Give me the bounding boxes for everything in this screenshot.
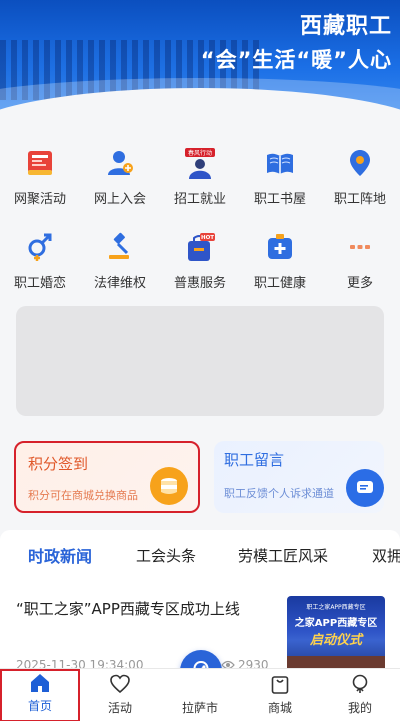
grid-item-marriage[interactable]: 职工婚恋: [0, 224, 80, 308]
news-item-title: “职工之家”APP西藏专区成功上线: [16, 600, 240, 618]
nav-label: 拉萨市: [181, 701, 218, 715]
grid-item-health[interactable]: 职工健康: [240, 224, 320, 308]
grid-item-position[interactable]: 职工阵地: [320, 140, 400, 224]
message-card-title: 职工留言: [224, 451, 285, 469]
gavel-icon: [103, 230, 137, 264]
grid-item-label: 招工就业: [173, 192, 226, 207]
promo-carousel-placeholder[interactable]: [16, 306, 384, 416]
coin-stack-icon: [150, 467, 188, 505]
tab-union-headlines[interactable]: 工会头条: [136, 545, 196, 566]
nav-home[interactable]: 首页: [0, 669, 80, 721]
grid-item-legal[interactable]: 法律维权: [80, 224, 160, 308]
nav-label: 我的: [347, 701, 372, 715]
grid-item-label: 职工书屋: [253, 192, 306, 207]
banner-title: 西藏职工: [299, 14, 392, 39]
svg-text:春风行动: 春风行动: [188, 149, 212, 157]
thumbnail-caption-line2: 之家APP西藏专区: [294, 618, 378, 629]
grid-item-more[interactable]: 更多: [320, 224, 400, 308]
bottom-navigation: 首页 活动 拉萨市 商城 我的: [0, 668, 400, 721]
nav-label: 活动: [107, 701, 132, 715]
news-section: 时政新闻 工会头条 劳模工匠风采 双拥 “职工之家”APP西藏专区成功上线 20…: [0, 530, 400, 676]
service-grid-row-1: 网聚活动 网上入会 春风行动 招工就业 职工书屋 职工阵地: [0, 140, 400, 224]
home-icon: [28, 671, 52, 694]
banner-slogan: “会”生活“暖”人心: [200, 48, 392, 72]
grid-item-activities[interactable]: 网聚活动: [0, 140, 80, 224]
message-card-subtitle: 职工反馈个人诉求通道: [224, 487, 334, 500]
nav-label: 商城: [267, 701, 292, 715]
nav-label: 首页: [27, 699, 52, 713]
header-banner: 西藏职工 “会”生活“暖”人心: [0, 0, 400, 122]
profile-icon: [348, 672, 372, 696]
grid-item-bookhouse[interactable]: 职工书屋: [240, 140, 320, 224]
grid-item-label: 网上入会: [93, 192, 146, 207]
tab-politics-news[interactable]: 时政新闻: [28, 543, 92, 567]
news-tabs: 时政新闻 工会头条 劳模工匠风采 双拥: [0, 530, 400, 580]
grid-item-label: 职工阵地: [333, 192, 386, 207]
tab-double-support[interactable]: 双拥: [372, 545, 400, 566]
recruitment-icon: 春风行动: [183, 146, 217, 180]
tab-model-workers[interactable]: 劳模工匠风采: [238, 545, 328, 566]
user-join-icon: [103, 146, 137, 180]
staff-message-card[interactable]: 职工留言 职工反馈个人诉求通道: [214, 441, 384, 513]
shopping-bag-icon: [268, 672, 292, 696]
svg-text:HOT: HOT: [201, 235, 214, 241]
nav-mall[interactable]: 商城: [240, 669, 320, 721]
nav-activities[interactable]: 活动: [80, 669, 160, 721]
more-dots-icon: [343, 230, 377, 264]
points-card-subtitle: 积分可在商城兑换商品: [28, 489, 138, 502]
gift-bag-icon: HOT: [183, 230, 217, 264]
news-item-thumbnail: 职工之家APP西藏专区 之家APP西藏专区 启动仪式: [287, 596, 385, 676]
grid-item-label: 职工婚恋: [13, 276, 66, 291]
grid-item-label: 普惠服务: [173, 276, 226, 291]
chat-icon: [346, 469, 384, 507]
grid-item-benefits[interactable]: HOT 普惠服务: [160, 224, 240, 308]
grid-item-join-union[interactable]: 网上入会: [80, 140, 160, 224]
points-card-title: 积分签到: [28, 455, 89, 473]
heart-icon: [108, 672, 132, 696]
app-home-page: 西藏职工 “会”生活“暖”人心 网聚活动 网上入会 春风行动 招工就业 职工书屋…: [0, 0, 400, 721]
grid-item-label: 网聚活动: [13, 192, 66, 207]
grid-item-label: 职工健康: [253, 276, 306, 291]
points-checkin-card[interactable]: 积分签到 积分可在商城兑换商品: [14, 441, 200, 513]
gender-symbol-icon: [23, 230, 57, 264]
medical-kit-icon: [263, 230, 297, 264]
service-grid-row-2: 职工婚恋 法律维权 HOT 普惠服务 职工健康 更多: [0, 224, 400, 308]
grid-item-label: 法律维权: [93, 276, 146, 291]
thumbnail-caption-line1: 职工之家APP西藏专区: [306, 604, 366, 611]
service-grid: 网聚活动 网上入会 春风行动 招工就业 职工书屋 职工阵地 职工婚恋 法律维权 …: [0, 140, 400, 308]
grid-item-label: 更多: [346, 276, 373, 291]
nav-city-lhasa[interactable]: 拉萨市: [160, 669, 240, 721]
nav-profile[interactable]: 我的: [320, 669, 400, 721]
book-icon: [263, 146, 297, 180]
thumbnail-caption-line3: 启动仪式: [309, 633, 362, 648]
location-pin-icon: [343, 146, 377, 180]
news-board-icon: [23, 146, 57, 180]
grid-item-recruitment[interactable]: 春风行动 招工就业: [160, 140, 240, 224]
